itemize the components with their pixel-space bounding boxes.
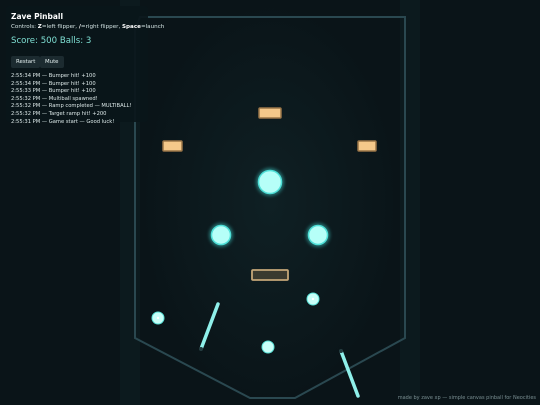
bumper-right — [306, 223, 330, 247]
log-entry: 2:55:32 PM — Ramp completed — MULTIBALL! — [11, 103, 132, 110]
ball-icon — [261, 340, 275, 354]
log-entry: 2:55:31 PM — Game start — Good luck! — [11, 118, 115, 125]
log-entry: 2:55:32 PM — Multiball spawned! — [11, 95, 98, 102]
left-flipper-pivot — [199, 347, 203, 351]
right-target — [357, 140, 377, 152]
bumper-left — [209, 223, 233, 247]
footer-credit: made by zave xp — simple canvas pinball … — [397, 395, 536, 401]
event-log: 2:55:34 PM — Bumper hit! +100 2:55:34 PM… — [11, 73, 132, 126]
hud-panel: Zave Pinball Controls: Z=left flipper, /… — [6, 6, 164, 125]
mute-button[interactable]: Mute — [40, 56, 64, 68]
log-entry: 2:55:33 PM — Bumper hit! +100 — [11, 88, 96, 95]
left-target — [162, 140, 183, 152]
score-display: Score: 500 Balls: 3 — [11, 36, 92, 46]
bumper-top — [256, 168, 284, 196]
center-ramp-target — [251, 269, 289, 281]
controls-help: Controls: Z=left flipper, /=right flippe… — [11, 24, 165, 30]
log-entry: 2:55:32 PM — Target ramp hit! +200 — [11, 110, 107, 117]
restart-button[interactable]: Restart — [11, 56, 41, 68]
ball-icon — [151, 311, 165, 325]
log-entry: 2:55:34 PM — Bumper hit! +100 — [11, 80, 96, 87]
top-target — [258, 107, 282, 119]
right-flipper-pivot — [339, 349, 343, 353]
app-title: Zave Pinball — [11, 12, 64, 21]
ball-icon — [306, 292, 320, 306]
log-entry: 2:55:34 PM — Bumper hit! +100 — [11, 73, 96, 79]
